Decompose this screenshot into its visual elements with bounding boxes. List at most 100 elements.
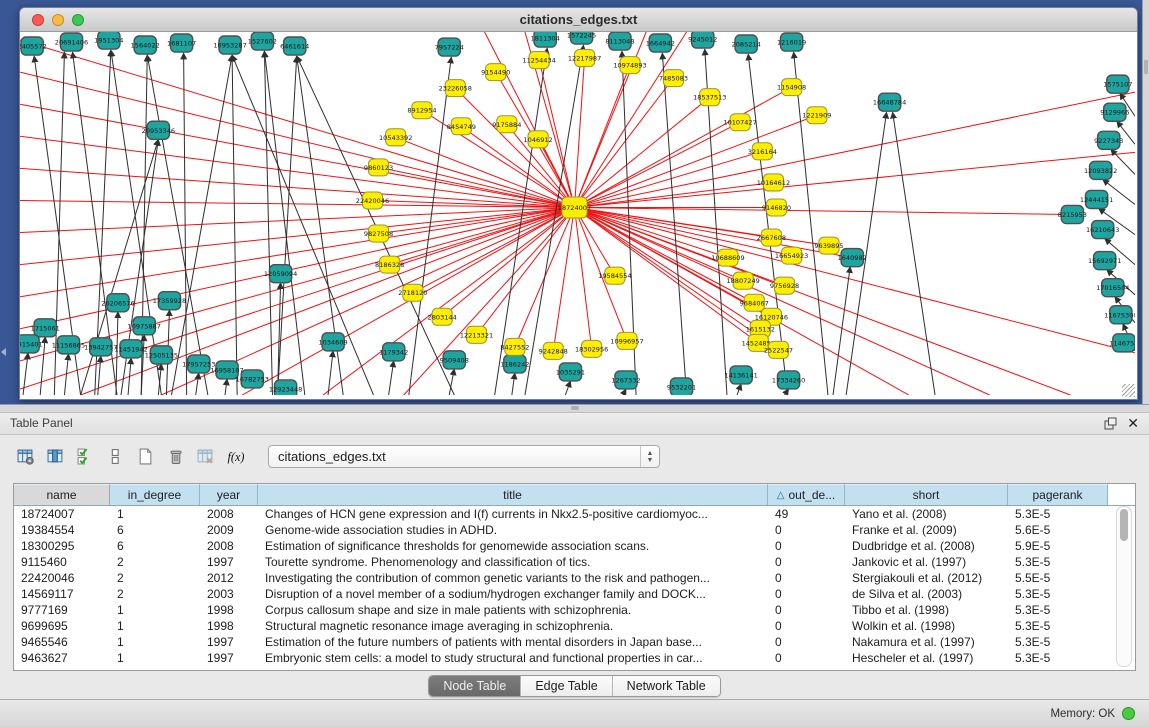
graph-node[interactable]: 2803144 xyxy=(428,308,457,325)
graph-node[interactable]: 12923448 xyxy=(269,380,302,395)
graph-node[interactable]: 12213321 xyxy=(460,326,493,343)
graph-node[interactable]: 18302956 xyxy=(575,340,608,357)
row-tool-icon[interactable] xyxy=(100,442,130,472)
graph-node[interactable]: 1267332 xyxy=(611,371,640,389)
graph-node[interactable]: 1811304 xyxy=(531,32,560,47)
graph-node[interactable]: 9827508 xyxy=(364,225,393,242)
create-column-icon[interactable] xyxy=(130,442,160,472)
graph-node[interactable]: 1216019 xyxy=(777,33,806,51)
select-column-icon[interactable] xyxy=(40,442,70,472)
graph-node[interactable]: 1035291 xyxy=(556,363,585,381)
graph-node[interactable]: 20691406 xyxy=(55,33,88,51)
graph-node[interactable]: 10164612 xyxy=(757,174,790,191)
table-settings-icon[interactable] xyxy=(10,442,40,472)
graph-node[interactable]: 2405572 xyxy=(20,37,47,55)
graph-node[interactable]: 12059094 xyxy=(264,265,297,283)
graph-node[interactable]: 17334260 xyxy=(772,371,805,389)
close-panel-icon[interactable]: ✕ xyxy=(1127,416,1139,430)
graph-node[interactable]: 18724007 xyxy=(558,197,591,218)
delete-column-icon[interactable] xyxy=(160,442,190,472)
graph-node[interactable]: 10688609 xyxy=(711,249,744,266)
graph-node[interactable]: 12444151 xyxy=(1080,190,1113,208)
graph-node[interactable]: 9532201 xyxy=(667,378,696,395)
graph-node[interactable]: 9227343 xyxy=(1094,131,1123,149)
network-canvas[interactable]: 2405572206914061951304156402216811071095… xyxy=(20,32,1135,395)
table-row[interactable]: 977716911998Corpus callosum shape and si… xyxy=(14,602,1135,618)
scrollbar-thumb[interactable] xyxy=(1120,509,1128,541)
graph-node[interactable]: 8454749 xyxy=(447,118,476,135)
graph-node[interactable]: 8427552 xyxy=(500,338,529,355)
table-scrollbar[interactable] xyxy=(1116,506,1132,667)
table-row[interactable]: 1456911722003Disruption of a novel membe… xyxy=(14,586,1135,602)
column-header-in_degree[interactable]: in_degree xyxy=(110,484,200,505)
window-resize-grip[interactable] xyxy=(1122,384,1135,397)
graph-node[interactable]: 1715061 xyxy=(31,319,60,337)
graph-node[interactable]: 2085214 xyxy=(732,35,761,53)
graph-node[interactable]: 9154490 xyxy=(481,64,510,81)
column-header-title[interactable]: title xyxy=(258,484,768,505)
memory-indicator-icon[interactable] xyxy=(1122,707,1135,720)
float-panel-icon[interactable] xyxy=(1104,417,1117,430)
table-row[interactable]: 1830029562008Estimation of significance … xyxy=(14,538,1135,554)
graph-node[interactable]: 6461614 xyxy=(280,37,309,55)
graph-node[interactable]: 14136141 xyxy=(724,366,757,384)
graph-node[interactable]: 11675300 xyxy=(1104,306,1135,324)
splitter-handle[interactable] xyxy=(571,406,579,410)
graph-node[interactable]: 2718120 xyxy=(398,284,427,301)
graph-node[interactable]: 3216164 xyxy=(748,143,777,160)
table-row[interactable]: 946362711997Embryonic stem cells: a mode… xyxy=(14,650,1135,666)
column-header-out_degree[interactable]: △out_de... xyxy=(768,484,845,505)
tab-network-table[interactable]: Network Table xyxy=(613,676,720,696)
graph-node[interactable]: 1221909 xyxy=(802,107,831,124)
column-header-name[interactable]: name xyxy=(14,484,110,505)
graph-node[interactable]: 9245012 xyxy=(688,32,717,48)
graph-node[interactable]: 1034609 xyxy=(318,333,347,351)
graph-node[interactable]: 16210643 xyxy=(1086,221,1119,239)
graph-node[interactable]: 1664942 xyxy=(646,34,675,52)
graph-node[interactable]: 17359928 xyxy=(153,292,186,310)
graph-node[interactable]: 9175884 xyxy=(492,116,521,133)
network-window[interactable]: citations_edges.txt 2405572 20691406 19513… xyxy=(19,7,1138,400)
graph-node[interactable]: 12217987 xyxy=(568,50,601,67)
graph-node[interactable]: 8113048 xyxy=(605,32,634,50)
graph-node[interactable]: 12505135 xyxy=(145,346,178,364)
tab-node-table[interactable]: Node Table xyxy=(429,676,521,696)
graph-node[interactable]: 18537513 xyxy=(693,89,726,106)
graph-node[interactable]: 1572245 xyxy=(567,32,596,44)
graph-node[interactable]: 9509408 xyxy=(440,351,469,369)
graph-node[interactable]: 1179342 xyxy=(379,343,408,361)
graph-node[interactable]: 1951304 xyxy=(94,32,123,49)
graph-node[interactable]: 23226058 xyxy=(439,80,472,97)
column-header-year[interactable]: year xyxy=(200,484,258,505)
graph-node[interactable]: 1640982 xyxy=(838,249,867,267)
graph-node[interactable]: 16648784 xyxy=(873,93,906,111)
graph-node[interactable]: 10996957 xyxy=(610,332,643,349)
graph-node[interactable]: 3915401 xyxy=(20,335,43,353)
horizontal-splitter[interactable] xyxy=(0,404,1149,413)
graph-node[interactable]: 1146753 xyxy=(1109,334,1135,352)
graph-node[interactable]: 13942757 xyxy=(84,338,117,356)
graph-node[interactable]: 16654923 xyxy=(775,247,808,264)
graph-node[interactable]: 8186328 xyxy=(375,256,404,273)
graph-node[interactable]: 12093822 xyxy=(1084,161,1117,179)
table-row[interactable]: 2242004622012Investigating the contribut… xyxy=(14,570,1135,586)
graph-node[interactable]: 7957224 xyxy=(435,38,464,56)
graph-node[interactable]: 9242848 xyxy=(539,342,568,359)
table-row[interactable]: 1872400712008Changes of HCN gene express… xyxy=(14,506,1135,522)
graph-node[interactable]: 10975887 xyxy=(128,317,161,335)
graph-node[interactable]: 11254434 xyxy=(522,52,555,69)
table-select-dropdown[interactable]: citations_edges.txt ▲ ▼ xyxy=(268,445,660,468)
graph-node[interactable]: 20953346 xyxy=(142,121,175,139)
graph-node[interactable]: 17016504 xyxy=(1096,279,1129,297)
graph-node[interactable]: 2667608 xyxy=(757,229,786,246)
table-row[interactable]: 946554611997Estimation of the future num… xyxy=(14,634,1135,650)
window-titlebar[interactable]: citations_edges.txt xyxy=(20,8,1137,32)
table-row[interactable]: 1938455462009Genome-wide association stu… xyxy=(14,522,1135,538)
graph-node[interactable]: 1575107 xyxy=(1103,75,1132,93)
column-header-pagerank[interactable]: pagerank xyxy=(1008,484,1108,505)
graph-node[interactable]: 1681107 xyxy=(167,34,196,52)
graph-node[interactable]: 10953287 xyxy=(213,36,246,54)
column-header-short[interactable]: short xyxy=(845,484,1008,505)
graph-node[interactable]: 8215953 xyxy=(1058,205,1087,223)
graph-node[interactable]: 1186242 xyxy=(500,355,529,373)
